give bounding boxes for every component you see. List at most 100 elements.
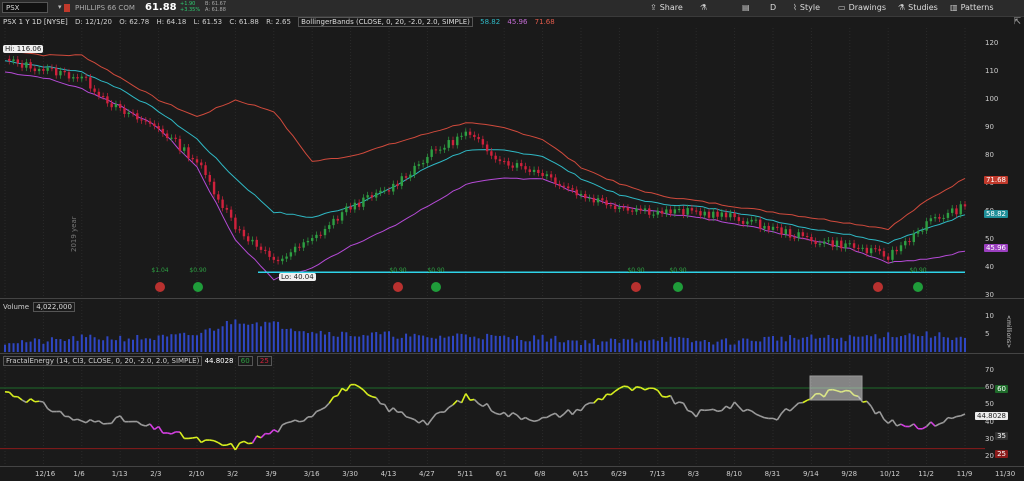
candle-body [195,159,199,163]
candle-body [212,181,216,195]
candle-body [165,133,169,138]
fe-line-segment [34,400,40,403]
candle-body [695,210,698,212]
volume-bar [481,339,484,352]
fe-line-segment [772,417,778,421]
fe-line-segment [141,424,147,427]
volume-bar [319,330,322,352]
candle-body [16,59,19,64]
volume-bar [25,342,28,352]
candle-body [174,137,177,139]
volume-bar [277,321,280,352]
candle-body [76,77,79,79]
volume-bar [823,337,826,352]
volume-bar [746,338,749,352]
candle-body [281,258,284,262]
fe-line-segment [42,401,49,410]
candle-body [447,140,450,148]
volume-bar [588,343,591,352]
candle-body [12,59,15,62]
fe-line-segment [303,416,309,422]
fe-box-25: 25 [256,356,272,366]
candle-body [955,208,958,215]
candle-body [114,103,118,108]
volume-bar [383,331,386,352]
volume-bar [541,334,544,352]
candle-body [97,91,101,96]
volume-bar [814,338,817,352]
price-tick-label: 90 [985,123,994,131]
fe-line-segment [785,407,791,412]
fe-line-segment [388,407,394,413]
fe-line-segment [862,400,868,403]
candle-body [191,157,194,160]
volume-bar [558,342,561,352]
volume-bar [260,326,262,352]
volume-bar [682,337,685,352]
date-tick-label: 6/15 [572,470,589,478]
pane-separator-volume[interactable] [0,353,1024,354]
volume-bar [793,337,796,352]
volume-bar [341,331,344,352]
volume-bar [861,336,864,352]
date-tick-label: 3/16 [303,470,320,478]
volume-bar [196,335,198,352]
candle-body [921,230,924,232]
fe-line-segment [136,420,143,426]
date-tick-label: 6/8 [534,470,546,478]
candle-body [571,188,574,190]
volume-bar [580,344,582,352]
fe-line-segment [371,395,377,399]
fe-line-segment [281,422,287,426]
volume-bar [626,339,629,352]
fe-tick-label: 70 [985,365,994,374]
volume-bar [144,338,147,352]
fe-line-segment [507,412,514,418]
volume-bar [161,334,164,352]
fe-line-segment [85,418,91,424]
volume-bar [818,337,821,352]
fe-line-segment [414,419,420,424]
candle-body [887,256,890,260]
candle-body [20,63,24,68]
volume-bar [865,335,868,352]
candle-body [144,120,147,122]
fe-60-tag: 60 [995,385,1008,393]
fe-line-segment [465,393,471,401]
candle-body [669,209,672,214]
volume-bar [708,342,710,352]
volume-bar [678,336,681,352]
date-tick-label: 11/30 [995,470,1016,478]
chart-canvas[interactable]: $1.04 $0.90 $0.90 $0.90 $0.90 $0.90 $0.90 [0,0,1024,481]
candle-body [140,119,143,121]
dividend-label: $1.04 [151,267,168,274]
candle-body [464,131,467,136]
fe-line-segment [947,416,953,420]
pane-separator-fe[interactable] [0,466,1024,467]
volume-bar [900,336,902,352]
fe-line-segment [943,417,949,423]
pane-separator-price[interactable] [0,298,1024,299]
date-tick-label: 2/10 [188,470,205,478]
candle-body [221,199,224,208]
volume-bar [183,332,186,352]
fe-line-segment [47,408,53,413]
fe-line-segment [209,439,215,442]
volume-bar [140,339,143,352]
fe-line-segment [708,408,714,411]
fe-line-segment [362,389,369,396]
fe-line-segment [759,415,765,419]
fe-line-segment [422,419,429,426]
volume-bar [200,332,203,352]
candle-body [596,198,600,203]
candle-body [891,249,894,260]
volume-bar [153,340,156,352]
candle-body [272,256,275,260]
fe-line-segment [251,435,258,444]
fe-line-segment [896,423,902,427]
volume-bar [366,335,369,352]
date-tick-label: 11/2 [918,470,934,478]
candle-body [456,136,459,146]
fe-line-segment [926,421,932,428]
volume-bar [12,343,15,352]
